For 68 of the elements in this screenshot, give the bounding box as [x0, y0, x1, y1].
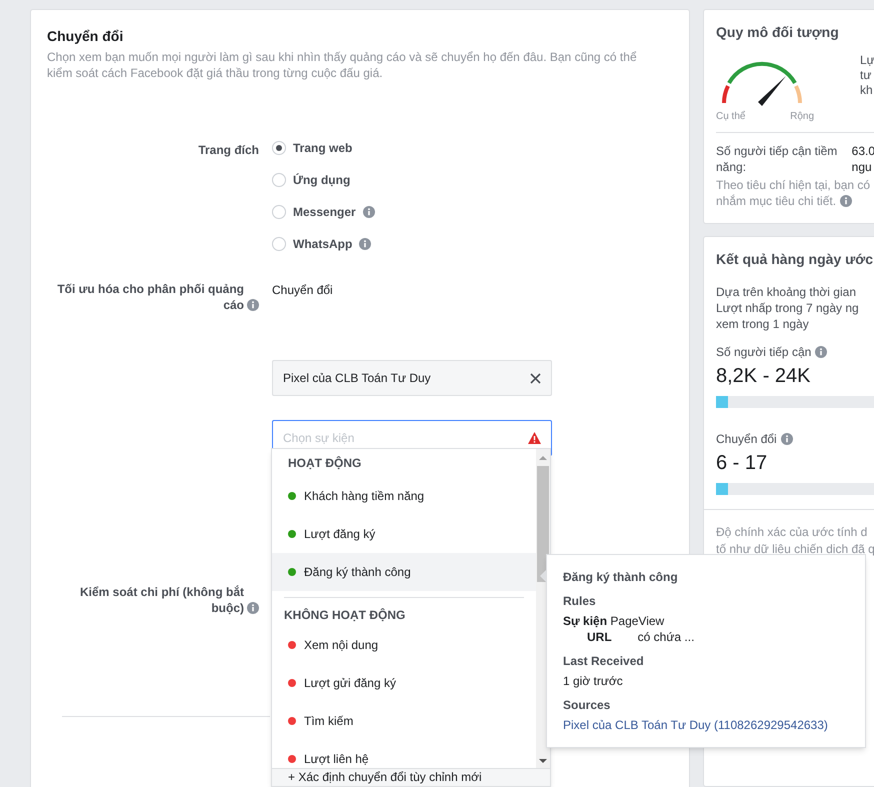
warning-icon: [528, 432, 541, 444]
audience-note: Theo tiêu chí hiện tại, bạn có: [716, 177, 870, 193]
accuracy-note: tố như dữ liệu chiến dịch đã q: [716, 541, 874, 558]
tooltip-title: Đăng ký thành công: [563, 569, 679, 585]
card-title: Quy mô đối tượng: [716, 23, 840, 42]
metric-value: 8,2K - 24K: [716, 364, 812, 389]
radio-button[interactable]: [272, 173, 286, 187]
close-icon[interactable]: [530, 372, 541, 384]
field-label: Tối ưu hóa cho phân phối quảng cáo: [56, 281, 244, 313]
section-title: Chuyển đổi: [47, 27, 124, 46]
radio-button[interactable]: [272, 237, 286, 251]
radio-label: Trang web: [293, 140, 352, 157]
event-option[interactable]: Lượt đăng ký: [272, 515, 536, 553]
radio-label: WhatsApp: [293, 236, 352, 253]
group-heading: KHÔNG HOẠT ĐỘNG: [284, 607, 406, 624]
event-option[interactable]: Lượt liên hệ: [272, 740, 536, 768]
field-label: Kiểm soát chi phí (không bắt buộc): [78, 584, 244, 616]
event-option[interactable]: Tìm kiếm: [272, 702, 536, 740]
audience-description: tư: [860, 68, 872, 83]
event-input[interactable]: Chọn sự kiện: [283, 429, 503, 447]
create-custom-conversion-link[interactable]: + Xác định chuyển đổi tùy chỉnh mới: [272, 768, 550, 786]
daily-description: xem trong 1 ngày: [716, 316, 810, 332]
metric-value: 6 - 17: [716, 451, 768, 476]
audience-description: Lự: [860, 53, 874, 68]
daily-description: Dựa trên khoảng thời gian: [716, 284, 857, 300]
group-heading: HOẠT ĐỘNG: [287, 455, 362, 472]
scroll-down-icon[interactable]: [539, 758, 547, 764]
info-icon[interactable]: [247, 602, 259, 614]
section-description: Chọn xem bạn muốn mọi người làm gì sau khi nhìn thấy quảng cáo và sẽ chuyển họ đến đâu. Bạn cũng có thể kiểm soát cách Facebook đặt giá thầu trong từng cuộc đấu giá.: [47, 49, 638, 81]
radio-label: Ứng dụng: [293, 172, 350, 189]
daily-description: Lượt nhấp trong 7 ngày ng: [716, 300, 860, 316]
field-value: Chuyển đổi: [272, 282, 334, 299]
scroll-up-icon[interactable]: [539, 455, 547, 461]
rule-value: PageView: [610, 614, 664, 628]
pixel-value: Pixel của CLB Toán Tư Duy: [283, 370, 431, 387]
tooltip-heading: Sources: [563, 697, 612, 713]
event-option[interactable]: Lượt gửi đăng ký: [272, 664, 536, 702]
pixel-field[interactable]: Pixel của CLB Toán Tư Duy: [272, 360, 552, 396]
tooltip-heading: Last Received: [563, 653, 645, 669]
card-title: Kết quả hàng ngày ước: [716, 250, 874, 269]
audience-description: kh: [860, 83, 874, 98]
reach-label: Số người tiếp cận tiềm năng:: [716, 143, 838, 175]
last-received-value: 1 giờ trước: [563, 673, 624, 689]
rule-label: Sự kiện: [563, 614, 608, 628]
event-option[interactable]: Khách hàng tiềm năng: [272, 477, 536, 515]
accuracy-note: Độ chính xác của ước tính d: [716, 524, 868, 541]
info-icon[interactable]: [840, 195, 852, 207]
info-icon[interactable]: [780, 433, 793, 445]
metric-label: Số người tiếp cận: [716, 344, 812, 361]
radio-label: Messenger: [293, 204, 356, 221]
info-icon[interactable]: [362, 206, 375, 218]
radio-button[interactable]: [272, 205, 286, 219]
gauge-max-label: Rộng: [790, 110, 814, 124]
audience-note: nhắm mục tiêu chi tiết.: [716, 193, 836, 209]
radio-button[interactable]: [272, 141, 286, 155]
rule-operator: có chứa ...: [638, 629, 694, 645]
field-label: Trang đích: [197, 142, 259, 159]
gauge-min-label: Cụ thể: [716, 110, 746, 124]
rule-field: URL: [587, 629, 612, 645]
reach-value: ngu: [852, 159, 873, 175]
info-icon[interactable]: [815, 346, 828, 358]
metric-label: Chuyển đổi: [716, 431, 777, 448]
source-link[interactable]: Pixel của CLB Toán Tư Duy (1108262929542633): [563, 717, 849, 733]
info-icon[interactable]: [359, 238, 372, 250]
info-icon[interactable]: [247, 299, 259, 311]
event-option[interactable]: Xem nội dung: [272, 626, 536, 664]
tooltip-heading: Rules: [563, 593, 597, 609]
event-option[interactable]: Đăng ký thành công: [272, 553, 536, 591]
